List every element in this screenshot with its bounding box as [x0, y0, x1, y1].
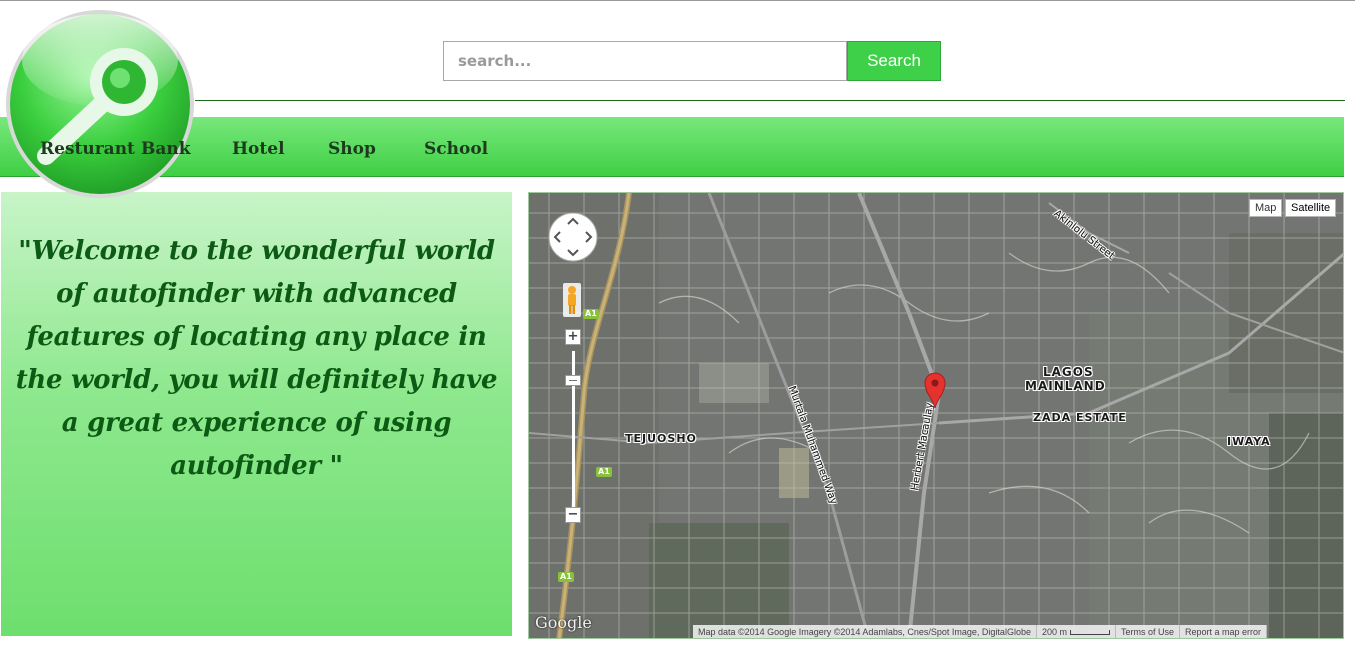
pegman-icon[interactable]	[563, 283, 581, 317]
label-mainland: MAINLAND	[1025, 379, 1106, 393]
nav-item-bank[interactable]: Bank	[141, 139, 191, 159]
search-input[interactable]	[443, 41, 847, 81]
highway-badge: A1	[558, 572, 574, 582]
nav-item-shop[interactable]: Shop	[328, 139, 376, 159]
terms-of-use-link[interactable]: Terms of Use	[1116, 625, 1180, 638]
label-zada-estate: ZADA ESTATE	[1033, 411, 1127, 424]
top-border	[0, 0, 1355, 1]
welcome-message: "Welcome to the wonderful world of autof…	[15, 236, 498, 481]
highway-badge: A1	[596, 467, 612, 477]
nav-item-hotel[interactable]: Hotel	[232, 139, 285, 159]
map-attribution: Map data ©2014 Google Imagery ©2014 Adam…	[693, 625, 1268, 638]
report-map-error-link[interactable]: Report a map error	[1180, 625, 1268, 638]
highway-badge: A1	[583, 309, 599, 319]
label-iwaya: IWAYA	[1227, 435, 1271, 448]
label-tejuosho: TEJUOSHO	[625, 432, 697, 445]
label-lagos: LAGOS	[1043, 365, 1094, 379]
search-button[interactable]: Search	[847, 41, 941, 81]
attribution-text: Map data ©2014 Google Imagery ©2014 Adam…	[693, 625, 1037, 638]
nav-item-school[interactable]: School	[424, 139, 488, 159]
map-type-map-button[interactable]: Map	[1249, 199, 1283, 217]
google-logo: Google	[535, 613, 592, 632]
scale-indicator: 200 m	[1037, 625, 1116, 638]
zoom-in-icon[interactable]: +	[565, 329, 581, 345]
pan-control-icon[interactable]	[547, 211, 599, 263]
zoom-slider-handle[interactable]	[565, 375, 581, 386]
magnifier-logo-icon	[2, 8, 198, 200]
welcome-panel: "Welcome to the wonderful world of autof…	[1, 192, 512, 636]
map-marker-icon[interactable]	[923, 371, 947, 409]
category-nav: Resturant Bank Hotel Shop School	[0, 117, 1344, 177]
map-view[interactable]: Map Satellite LAGOS MAINLAND ZADA ESTATE…	[528, 192, 1344, 639]
header-divider	[195, 100, 1345, 101]
zoom-out-icon[interactable]: −	[565, 507, 581, 523]
nav-item-resturant[interactable]: Resturant	[40, 139, 135, 159]
map-type-satellite-button[interactable]: Satellite	[1285, 199, 1337, 217]
satellite-imagery	[529, 193, 1343, 638]
